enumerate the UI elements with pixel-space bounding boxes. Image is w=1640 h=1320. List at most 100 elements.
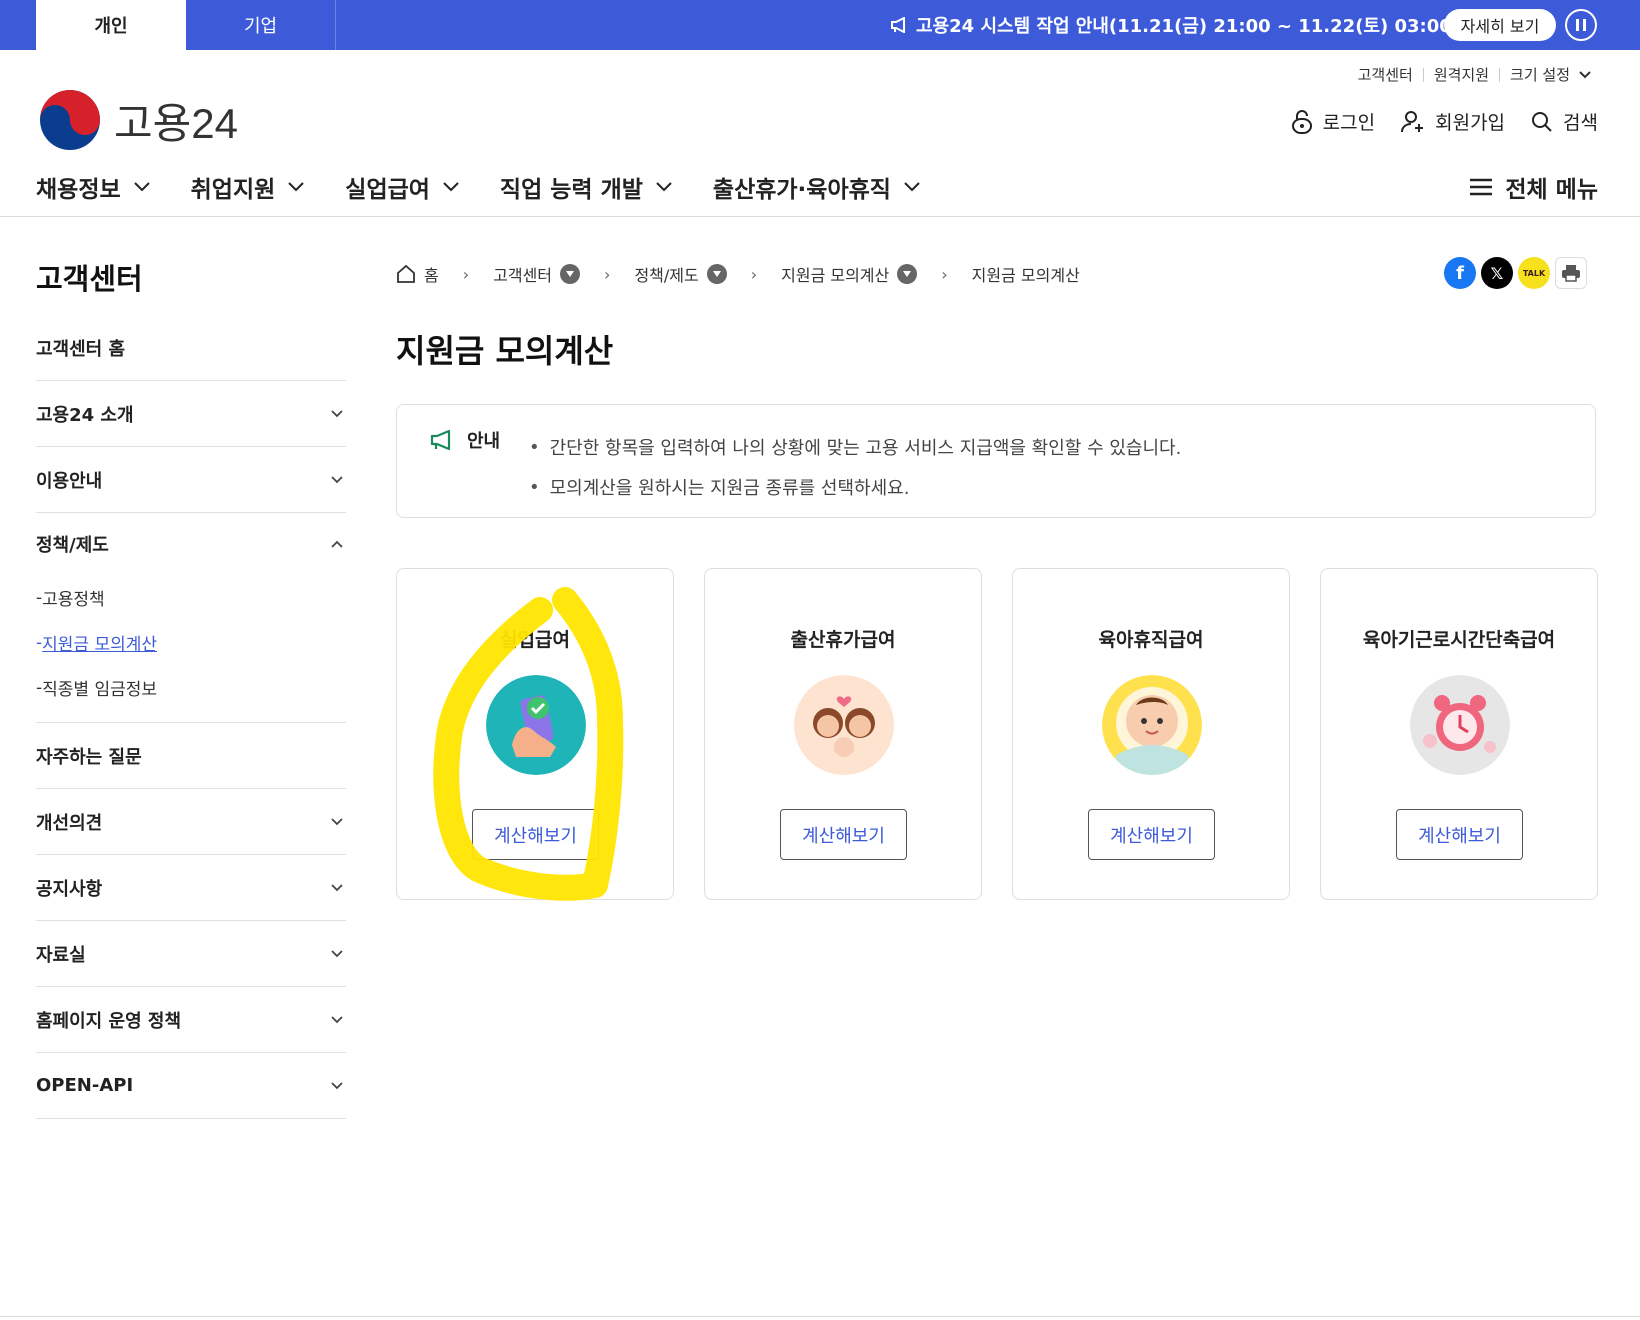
- guide-label: 안내: [429, 427, 500, 453]
- footer-divider: [0, 1316, 1640, 1317]
- system-notice[interactable]: 고용24 시스템 작업 안내(11.21(금) 21:00 ~ 11.22(토)…: [890, 0, 1460, 50]
- chevron-down-icon: [331, 817, 343, 825]
- dropdown-icon[interactable]: [560, 264, 581, 284]
- megaphone-icon: [891, 17, 906, 33]
- sidebar-item-open-api[interactable]: OPEN-API: [36, 1053, 346, 1119]
- facebook-share-button[interactable]: f: [1444, 257, 1476, 289]
- chevron-down-icon: [331, 883, 343, 891]
- gnb-item-job-skills[interactable]: 직업 능력 개발: [500, 170, 673, 204]
- printer-icon: [1562, 265, 1580, 282]
- card-title: 육아휴직급여: [1098, 629, 1204, 651]
- x-share-button[interactable]: 𝕏: [1481, 257, 1513, 289]
- guide-line: 모의계산을 원하시는 지원금 종류를 선택하세요.: [529, 467, 1181, 507]
- guide-box: 안내 간단한 항목을 입력하여 나의 상황에 맞는 고용 서비스 지급액을 확인…: [396, 404, 1596, 518]
- breadcrumb-home[interactable]: 홈: [396, 262, 439, 286]
- chevron-down-icon: [133, 182, 150, 192]
- sidebar-item-feedback[interactable]: 개선의견: [36, 789, 346, 855]
- sidebar-group-policy: 정책/제도 - 고용정책 - 지원금 모의계산 - 직종별 임금정보: [36, 513, 346, 723]
- breadcrumb-separator: ›: [750, 264, 758, 284]
- gnb-item-unemployment-benefit[interactable]: 실업급여: [345, 170, 460, 204]
- search-icon: [1532, 111, 1552, 132]
- hamburger-icon: [1470, 178, 1493, 196]
- chevron-down-icon: [288, 182, 304, 192]
- breadcrumb-policy[interactable]: 정책/제도: [634, 262, 727, 286]
- breadcrumb-subsidy-calculator[interactable]: 지원금 모의계산: [781, 262, 918, 286]
- sidebar-item-guide[interactable]: 이용안내: [36, 447, 346, 513]
- gnb-item-parental-leave[interactable]: 출산휴가·육아휴직: [713, 170, 921, 204]
- link-customer-center[interactable]: 고객센터: [1358, 64, 1413, 85]
- pause-button[interactable]: [1565, 9, 1597, 41]
- tab-personal[interactable]: 개인: [36, 0, 186, 50]
- gnb-item-jobs[interactable]: 채용정보: [36, 170, 151, 204]
- chevron-down-icon: [331, 949, 343, 957]
- site-logo[interactable]: 고용24: [38, 88, 238, 152]
- card-reduced-hours-benefit: 육아기근로시간단축급여 계산해보기: [1320, 568, 1598, 900]
- detail-button[interactable]: 자세히 보기: [1444, 9, 1556, 41]
- chevron-down-icon: [331, 409, 343, 417]
- search-link[interactable]: 검색: [1531, 108, 1598, 135]
- breadcrumb: 홈 › 고객센터 › 정책/제도 › 지원금 모의계산 › 지원금 모의계산: [396, 262, 1080, 286]
- calculate-button[interactable]: 계산해보기: [780, 809, 907, 860]
- breadcrumb-customer-center[interactable]: 고객센터: [493, 262, 581, 286]
- sidebar-item-library[interactable]: 자료실: [36, 921, 346, 987]
- logo-text: 고용24: [114, 99, 238, 147]
- tab-business[interactable]: 기업: [186, 0, 336, 50]
- chevron-down-icon: [331, 475, 343, 483]
- signup-link[interactable]: 회원가입: [1401, 108, 1505, 135]
- home-icon: [397, 264, 415, 283]
- header-divider: [0, 216, 1640, 217]
- alarm-clock-icon: [1410, 675, 1510, 775]
- user-menu: 로그인 회원가입 검색: [1265, 108, 1598, 135]
- kakaotalk-share-button[interactable]: TALK: [1518, 257, 1550, 289]
- top-bar: 개인 기업 고용24 시스템 작업 안내(11.21(금) 21:00 ~ 11…: [0, 0, 1640, 50]
- sidebar-subitem-subsidy-calculator[interactable]: - 지원금 모의계산: [36, 620, 346, 665]
- system-notice-text: 고용24 시스템 작업 안내(11.21(금) 21:00 ~ 11.22(토)…: [916, 16, 1460, 37]
- chevron-down-icon: [443, 182, 459, 192]
- font-size-setting[interactable]: 크기 설정: [1510, 64, 1570, 85]
- facebook-icon: f: [1456, 262, 1464, 284]
- sidebar-item-site-policy[interactable]: 홈페이지 운영 정책: [36, 987, 346, 1053]
- kakaotalk-icon: TALK: [1522, 268, 1546, 278]
- card-title: 육아기근로시간단축급여: [1362, 629, 1556, 651]
- sidebar-subitem-wage-info[interactable]: - 직종별 임금정보: [36, 665, 346, 710]
- chevron-down-icon: [331, 1015, 343, 1023]
- sidebar-subitem-employment-policy[interactable]: - 고용정책: [36, 575, 346, 620]
- gnb-item-employment-support[interactable]: 취업지원: [191, 170, 306, 204]
- sidebar-menu: 고객센터 홈 고용24 소개 이용안내 정책/제도 - 고용정책 - 지원금 모의계…: [36, 315, 346, 1119]
- dropdown-icon[interactable]: [706, 264, 727, 284]
- card-title: 출산휴가급여: [790, 629, 896, 651]
- sidebar-item-home[interactable]: 고객센터 홈: [36, 315, 346, 381]
- dropdown-icon[interactable]: [897, 264, 918, 284]
- all-menu-button[interactable]: 전체 메뉴: [1469, 170, 1598, 204]
- card-title: 실업급여: [500, 629, 570, 651]
- page-title: 지원금 모의계산: [396, 332, 614, 370]
- chevron-down-icon: [1579, 70, 1591, 78]
- calculate-button[interactable]: 계산해보기: [1396, 809, 1523, 860]
- login-link[interactable]: 로그인: [1291, 108, 1375, 135]
- baby-face-icon: [1102, 675, 1202, 775]
- share-buttons: f 𝕏 TALK: [1444, 257, 1587, 289]
- x-icon: 𝕏: [1490, 263, 1504, 283]
- taegeuk-logo-icon: [40, 90, 100, 150]
- breadcrumb-separator: ›: [462, 264, 470, 284]
- link-remote-support[interactable]: 원격지원: [1434, 64, 1489, 85]
- print-button[interactable]: [1555, 257, 1587, 289]
- phone-check-icon: [486, 675, 586, 775]
- card-parental-leave-benefit: 육아휴직급여 계산해보기: [1012, 568, 1290, 900]
- main-navigation: 채용정보 취업지원 실업급여 직업 능력 개발 출산휴가·육아휴직: [36, 170, 961, 204]
- breadcrumb-separator: ›: [941, 264, 948, 284]
- lock-icon: [1291, 109, 1312, 134]
- sidebar-item-notices[interactable]: 공지사항: [36, 855, 346, 921]
- calculate-button[interactable]: 계산해보기: [472, 809, 599, 860]
- chevron-down-icon: [656, 182, 672, 192]
- sidebar-title: 고객센터: [36, 262, 143, 296]
- sidebar-item-policy[interactable]: 정책/제도: [36, 513, 346, 575]
- chevron-down-icon: [904, 182, 920, 192]
- chevron-down-icon: [331, 1081, 343, 1089]
- sidebar-item-faq[interactable]: 자주하는 질문: [36, 723, 346, 789]
- calculate-button[interactable]: 계산해보기: [1088, 809, 1215, 860]
- utility-links: 고객센터 원격지원 크기 설정: [1358, 64, 1592, 85]
- sidebar-item-about[interactable]: 고용24 소개: [36, 381, 346, 447]
- card-unemployment-benefit: 실업급여 계산해보기: [396, 568, 674, 900]
- parents-baby-icon: [794, 675, 894, 775]
